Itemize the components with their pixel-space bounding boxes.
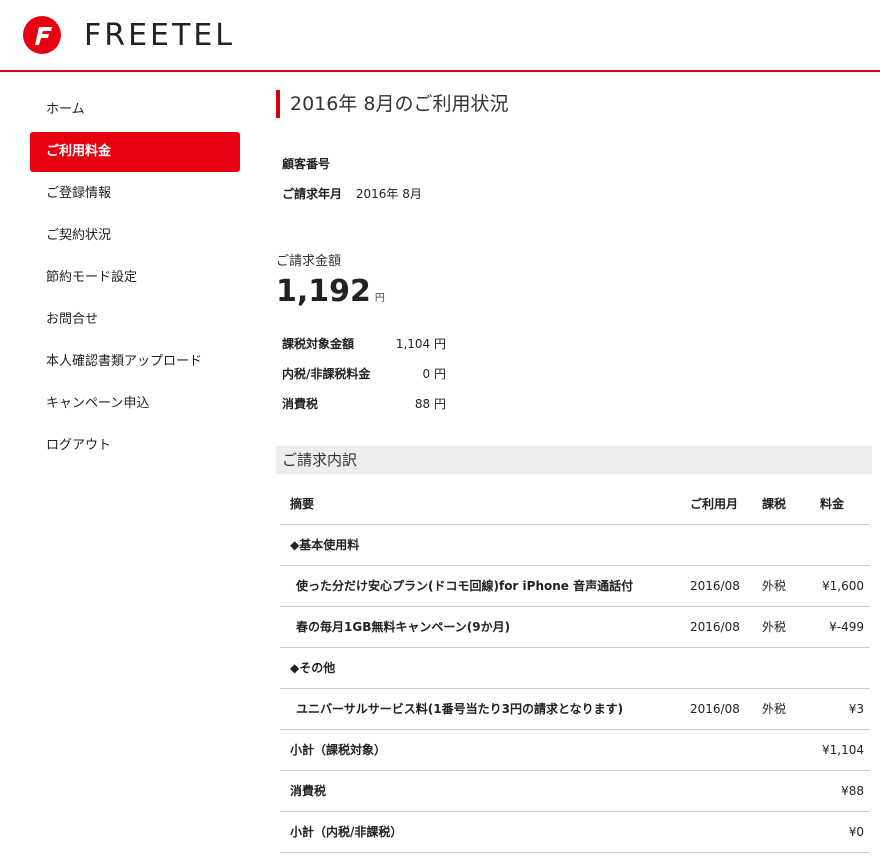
customer-info: 顧客番号 ご請求年月 2016年 8月 (282, 154, 422, 214)
billing-month-label: ご請求年月 (282, 187, 343, 201)
row-amount: ¥3 (814, 688, 870, 730)
row-description: ユニバーサルサービス料(1番号当たり3円の請求となります) (280, 688, 690, 730)
table-row: ◆基本使用料 (280, 524, 870, 566)
tax-label: 内税/非課税料金 (282, 367, 371, 381)
row-amount: ¥1,104 (814, 729, 870, 771)
row-usage-month: 2016/08 (690, 606, 762, 648)
billing-amount-value: 1,192 (276, 274, 371, 309)
row-description: 使った分だけ安心プラン(ドコモ回線)for iPhone 音声通話付 (280, 565, 690, 607)
table-row: ユニバーサルサービス料(1番号当たり3円の請求となります) 2016/08 外税 ¥3 (280, 688, 870, 730)
header-tax: 課税 (762, 483, 814, 525)
row-usage-month (690, 729, 762, 771)
row-description: 小計（課税対象） (280, 729, 690, 771)
sidebar-item[interactable]: ご登録情報 (30, 174, 240, 214)
tax-value: 0 円 (422, 367, 446, 381)
row-usage-month (690, 647, 762, 689)
table-row: 消費税 ¥88 (280, 770, 870, 812)
row-tax (762, 729, 814, 771)
customer-number-label: 顧客番号 (282, 157, 331, 171)
row-amount: ¥88 (814, 770, 870, 812)
table-header-row: 摘要 ご利用月 課税 料金 (280, 483, 870, 525)
tax-row: 課税対象金額 1,104 円 (282, 334, 446, 364)
billing-amount-label: ご請求金額 (276, 254, 342, 269)
row-description: 春の毎月1GB無料キャンペーン(9か月) (280, 606, 690, 648)
header-amount: 料金 (814, 483, 870, 525)
row-usage-month (690, 770, 762, 812)
tax-value: 1,104 円 (395, 337, 446, 351)
table-row: 春の毎月1GB無料キャンペーン(9か月) 2016/08 外税 ¥-499 (280, 606, 870, 648)
row-tax (762, 770, 814, 812)
page-title: 2016年 8月のご利用状況 (276, 90, 508, 118)
tax-value: 88 円 (414, 397, 446, 411)
tax-summary: 課税対象金額 1,104 円内税/非課税料金 0 円消費税 88 円 (282, 334, 446, 424)
row-description: ◆基本使用料 (280, 524, 690, 566)
table-row: ◆その他 (280, 647, 870, 689)
sidebar-item[interactable]: ご利用料金 (30, 132, 240, 172)
freetel-logo-icon[interactable] (22, 15, 62, 55)
tax-label: 課税対象金額 (282, 337, 355, 351)
row-tax (762, 647, 814, 689)
row-amount (814, 524, 870, 566)
row-usage-month (690, 811, 762, 853)
row-description: 消費税 (280, 770, 690, 812)
billing-breakdown-table: 摘要 ご利用月 課税 料金 ◆基本使用料 使った分だけ安心プラン(ドコモ回線)fo… (280, 483, 870, 853)
row-amount: ¥0 (814, 811, 870, 853)
row-usage-month: 2016/08 (690, 688, 762, 730)
table-row: 小計（課税対象） ¥1,104 (280, 729, 870, 771)
row-tax (762, 811, 814, 853)
sidebar-item[interactable]: キャンペーン申込 (30, 384, 240, 424)
sidebar-item[interactable]: お問合せ (30, 300, 240, 340)
header-usage-month: ご利用月 (690, 483, 762, 525)
sidebar-item[interactable]: ご契約状況 (30, 216, 240, 256)
header-description: 摘要 (280, 483, 690, 525)
breakdown-title: ご請求内訳 (276, 446, 872, 474)
billing-amount-unit: 円 (374, 293, 385, 304)
brand-name[interactable]: FREETEL (84, 18, 235, 54)
row-tax: 外税 (762, 565, 814, 607)
tax-row: 消費税 88 円 (282, 394, 446, 424)
row-tax: 外税 (762, 606, 814, 648)
site-header: FREETEL (0, 0, 880, 72)
sidebar-item[interactable]: 本人確認書類アップロード (30, 342, 240, 382)
sidebar-item[interactable]: 節約モード設定 (30, 258, 240, 298)
row-usage-month: 2016/08 (690, 565, 762, 607)
sidebar-item[interactable]: ホーム (30, 90, 240, 130)
row-amount (814, 647, 870, 689)
sidebar-nav: ホーム ご利用料金 ご登録情報 ご契約状況 節約モード設定 お問合せ 本人確認書類アップロー… (30, 90, 240, 468)
row-amount: ¥-499 (814, 606, 870, 648)
row-amount: ¥1,600 (814, 565, 870, 607)
table-row: 使った分だけ安心プラン(ドコモ回線)for iPhone 音声通話付 2016/0… (280, 565, 870, 607)
row-usage-month (690, 524, 762, 566)
billing-month-value: 2016年 8月 (355, 187, 422, 201)
table-row: 小計（内税/非課税） ¥0 (280, 811, 870, 853)
billing-amount: 1,192 円 (276, 272, 385, 319)
tax-label: 消費税 (282, 397, 319, 411)
row-tax: 外税 (762, 688, 814, 730)
sidebar-item[interactable]: ログアウト (30, 426, 240, 466)
row-description: 小計（内税/非課税） (280, 811, 690, 853)
row-tax (762, 524, 814, 566)
row-description: ◆その他 (280, 647, 690, 689)
tax-row: 内税/非課税料金 0 円 (282, 364, 446, 394)
